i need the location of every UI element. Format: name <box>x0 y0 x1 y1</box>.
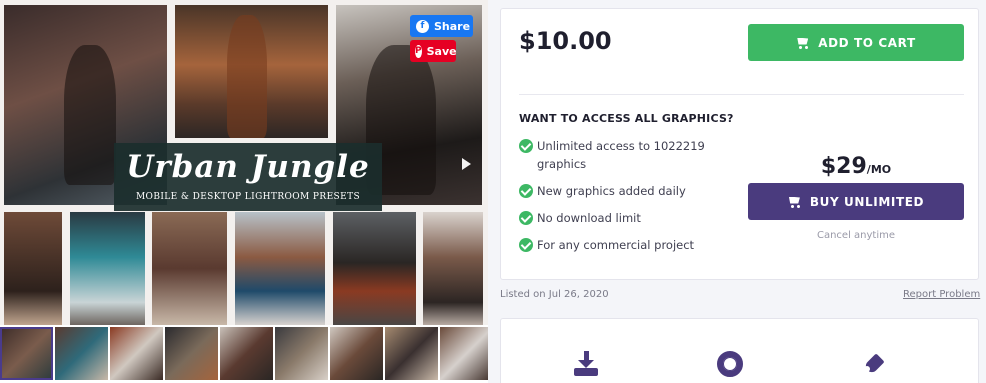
share-label: Share <box>434 19 471 33</box>
thumbnail[interactable] <box>385 327 438 380</box>
feature-text: For any commercial project <box>537 238 695 252</box>
check-circle-icon <box>519 238 533 252</box>
thumbnail[interactable] <box>275 327 328 380</box>
preview-photo-orange-coat <box>175 5 328 138</box>
purchase-card: $10.00 ADD TO CART WANT TO ACCESS ALL GR… <box>500 8 979 280</box>
feature-text: No download limit <box>537 211 641 225</box>
cancel-anytime-note: Cancel anytime <box>816 230 896 241</box>
thumbnail-strip <box>0 327 488 383</box>
unlimited-price-amount: $29 <box>820 154 867 179</box>
product-price: $10.00 <box>519 27 612 55</box>
feature-item: No download limit <box>519 209 734 227</box>
add-to-cart-button[interactable]: ADD TO CART <box>748 24 964 61</box>
feature-text: New graphics added daily <box>537 184 686 198</box>
benefits-card <box>500 318 979 383</box>
thumbnail[interactable] <box>110 327 163 380</box>
divider <box>519 94 964 95</box>
preview-photo-1 <box>4 212 62 325</box>
download-icon <box>573 351 599 377</box>
next-slide-icon[interactable] <box>462 158 471 170</box>
save-label: Save <box>426 44 457 58</box>
check-circle-icon <box>519 211 533 225</box>
facebook-share-button[interactable]: f Share <box>410 15 473 37</box>
feature-item: Unlimited access to 1022219 graphics <box>519 137 734 173</box>
check-circle-icon <box>519 184 533 198</box>
cart-icon <box>796 37 810 49</box>
preview-photo-5 <box>333 212 416 325</box>
feature-list: Unlimited access to 1022219 graphics New… <box>519 137 734 263</box>
add-to-cart-label: ADD TO CART <box>818 35 916 50</box>
unlimited-price: $29/MO <box>748 154 964 179</box>
thumbnail[interactable] <box>440 327 488 380</box>
banner-title: Urban Jungle <box>126 149 370 185</box>
facebook-icon: f <box>416 19 429 33</box>
buy-unlimited-label: BUY UNLIMITED <box>809 194 925 209</box>
preview-photo-6 <box>423 212 483 325</box>
pinterest-save-button[interactable]: P Save <box>410 40 457 62</box>
preview-photo-4 <box>235 212 325 325</box>
thumbnail[interactable] <box>55 327 108 380</box>
thumbnail[interactable] <box>0 327 53 380</box>
banner-subtitle: MOBILE & DESKTOP LIGHTROOM PRESETS <box>135 192 361 202</box>
feature-text: Unlimited access to 1022219 graphics <box>537 139 705 171</box>
cart-icon <box>788 196 802 208</box>
report-problem-link[interactable]: Report Problem <box>903 289 980 300</box>
product-gallery: Urban Jungle MOBILE & DESKTOP LIGHTROOM … <box>0 0 488 383</box>
preview-photo-3 <box>152 212 227 325</box>
preview-photo-2 <box>70 212 145 325</box>
buy-unlimited-button[interactable]: BUY UNLIMITED <box>748 183 964 220</box>
thumbnail[interactable] <box>330 327 383 380</box>
listed-date: Listed on Jul 26, 2020 <box>500 289 609 300</box>
pen-nib-icon <box>862 351 888 377</box>
feature-item: For any commercial project <box>519 236 734 254</box>
feature-item: New graphics added daily <box>519 182 734 200</box>
unlimited-price-period: /MO <box>866 163 892 176</box>
access-title: WANT TO ACCESS ALL GRAPHICS? <box>519 112 734 125</box>
thumbnail[interactable] <box>165 327 218 380</box>
check-circle-icon <box>519 139 533 153</box>
pinterest-icon: P <box>415 44 422 58</box>
thumbnail[interactable] <box>220 327 273 380</box>
product-title-banner: Urban Jungle MOBILE & DESKTOP LIGHTROOM … <box>114 143 382 211</box>
lifebuoy-icon <box>717 351 743 377</box>
